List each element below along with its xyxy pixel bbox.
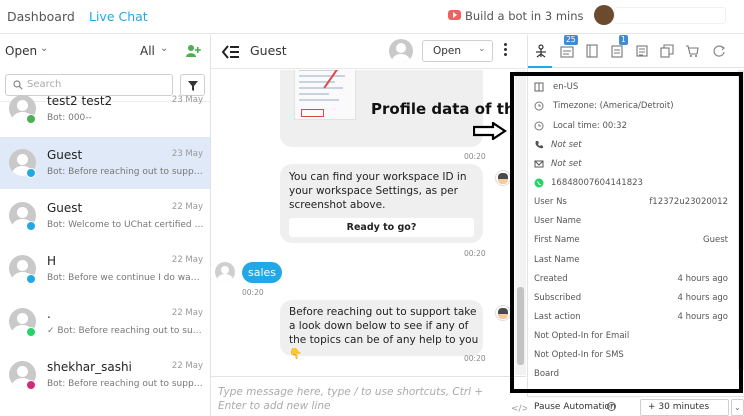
conversation-date: 22 May bbox=[171, 361, 203, 371]
pause-duration-value: + 30 minutes bbox=[648, 402, 710, 412]
conversation-item[interactable]: shekhar_sashi 22 May Bot: Before reaching … bbox=[0, 349, 210, 401]
conversation-item[interactable]: test2 test2 23 May Bot: 000-- bbox=[0, 83, 210, 135]
channel-badge-icon bbox=[26, 168, 36, 178]
channel-badge-icon bbox=[26, 274, 36, 284]
contact-avatar[interactable] bbox=[389, 39, 413, 63]
pause-duration-select[interactable]: + 30 minutes bbox=[640, 399, 729, 416]
bot-avatar-icon bbox=[495, 170, 511, 186]
annotation-overlay-text: Profile data of the User bbox=[371, 100, 515, 118]
refresh-icon[interactable] bbox=[712, 44, 726, 58]
account-avatar[interactable] bbox=[594, 5, 614, 25]
tab-notes-icon[interactable] bbox=[610, 44, 624, 58]
more-options-icon[interactable] bbox=[504, 43, 508, 59]
status-filter[interactable]: Open bbox=[5, 44, 37, 58]
arrow-right-icon bbox=[473, 122, 507, 140]
conversation-preview: Bot: Welcome to UChat certified Chat... bbox=[47, 220, 205, 230]
conversation-preview: Bot: Before we continue I do want to ... bbox=[47, 273, 205, 283]
conversation-date: 23 May bbox=[171, 149, 203, 159]
ready-to-go-button[interactable]: Ready to go? bbox=[289, 218, 474, 237]
chevron-down-icon: ⌄ bbox=[478, 44, 486, 54]
composer-placeholder: Type message here, type / to use shortcu… bbox=[218, 386, 484, 412]
channel-badge-icon bbox=[26, 380, 36, 390]
conversation-name: Guest bbox=[47, 201, 83, 215]
top-bar: Dashboard Live Chat Build a bot in 3 min… bbox=[0, 0, 744, 34]
conversation-preview: Bot: 000-- bbox=[47, 113, 92, 123]
conversation-date: 22 May bbox=[171, 202, 203, 212]
conversation-date: 23 May bbox=[171, 95, 203, 105]
chat-header: Guest Open ⌄ bbox=[211, 35, 526, 69]
tab-sequences-icon[interactable] bbox=[660, 44, 674, 58]
message-time: 00:20 bbox=[464, 354, 486, 363]
pause-automation-bar: Pause Automation ? + 30 minutes ⌄ bbox=[527, 396, 744, 416]
settings-screenshot-image bbox=[294, 70, 356, 120]
assign-filter[interactable]: All bbox=[140, 44, 155, 58]
message-composer[interactable]: Type message here, type / to use shortcu… bbox=[211, 376, 529, 416]
channel-badge-icon bbox=[26, 114, 36, 124]
build-bot-link[interactable]: Build a bot in 3 mins bbox=[465, 9, 584, 23]
bot-avatar-icon bbox=[495, 305, 511, 321]
support-text: Before reaching out to support take a lo… bbox=[289, 306, 479, 360]
notes-count-badge: 1 bbox=[619, 35, 628, 45]
conversation-name: Guest bbox=[47, 148, 83, 162]
nav-live-chat[interactable]: Live Chat bbox=[89, 9, 148, 24]
nav-dashboard[interactable]: Dashboard bbox=[7, 9, 75, 24]
chevron-down-icon[interactable]: ⌄ bbox=[40, 43, 48, 54]
channel-badge-icon bbox=[26, 221, 36, 231]
profile-tabs: 25 1 bbox=[528, 35, 744, 68]
card-text: You can find your workspace ID in your w… bbox=[289, 171, 467, 211]
message-time: 00:20 bbox=[464, 249, 486, 258]
message-thread: Profile data of the User 00:20 You can f… bbox=[211, 70, 515, 375]
tab-contacts-icon[interactable] bbox=[585, 44, 599, 58]
conversation-item[interactable]: H 22 May Bot: Before we continue I do want… bbox=[0, 243, 210, 295]
bot-card-message: You can find your workspace ID in your w… bbox=[280, 164, 483, 243]
conversation-preview: ✓ Bot: Before reaching out to suppo... bbox=[47, 326, 205, 336]
inbox-count-badge: 25 bbox=[564, 35, 578, 45]
tab-tags-icon[interactable] bbox=[635, 44, 649, 58]
active-tab-indicator bbox=[528, 66, 552, 68]
tab-profile-icon[interactable] bbox=[534, 44, 548, 58]
pause-automation-label: Pause Automation bbox=[534, 402, 616, 412]
conversation-name: H bbox=[47, 254, 57, 268]
tab-inbox-icon[interactable] bbox=[560, 44, 574, 58]
conversation-name: . bbox=[47, 307, 51, 321]
message-time: 00:20 bbox=[464, 152, 486, 161]
add-user-icon[interactable] bbox=[185, 44, 201, 58]
highlight-frame bbox=[510, 72, 743, 393]
conversation-date: 22 May bbox=[171, 255, 203, 265]
conversation-preview: Bot: Before reaching out to suppo... bbox=[47, 379, 205, 389]
conversation-item[interactable]: Guest 23 May Bot: Before reaching out to s… bbox=[0, 137, 210, 189]
cart-icon[interactable] bbox=[685, 44, 699, 58]
conversation-list-panel: Open ⌄ All ⌄ Search test2 test2 23 May Bot… bbox=[0, 35, 211, 416]
conversation-preview: Bot: Before reaching out to support t... bbox=[47, 167, 205, 177]
conversation-name: shekhar_sashi bbox=[47, 360, 132, 374]
conversation-item[interactable]: Guest 22 May Bot: Welcome to UChat certifi… bbox=[0, 190, 210, 242]
status-select-label: Open bbox=[433, 45, 462, 57]
message-time: 00:20 bbox=[242, 288, 264, 297]
channel-badge-icon bbox=[26, 327, 36, 337]
collapse-menu-icon[interactable] bbox=[222, 45, 240, 59]
user-avatar bbox=[215, 262, 235, 282]
bot-message: Before reaching out to support take a lo… bbox=[280, 300, 483, 360]
help-icon[interactable]: ? bbox=[607, 402, 616, 411]
workspace-box[interactable] bbox=[614, 7, 726, 24]
contact-name: Guest bbox=[250, 43, 287, 58]
user-message: sales bbox=[242, 262, 282, 283]
chevron-down-icon[interactable]: ⌄ bbox=[160, 43, 168, 54]
conversation-date: 22 May bbox=[171, 308, 203, 318]
conversation-name: test2 test2 bbox=[47, 94, 113, 108]
youtube-icon[interactable] bbox=[448, 10, 461, 20]
conversation-item[interactable]: . 22 May ✓ Bot: Before reaching out to sup… bbox=[0, 296, 210, 348]
conversation-status-select[interactable]: Open ⌄ bbox=[422, 40, 493, 62]
chevron-down-icon[interactable]: ⌄ bbox=[731, 399, 744, 416]
